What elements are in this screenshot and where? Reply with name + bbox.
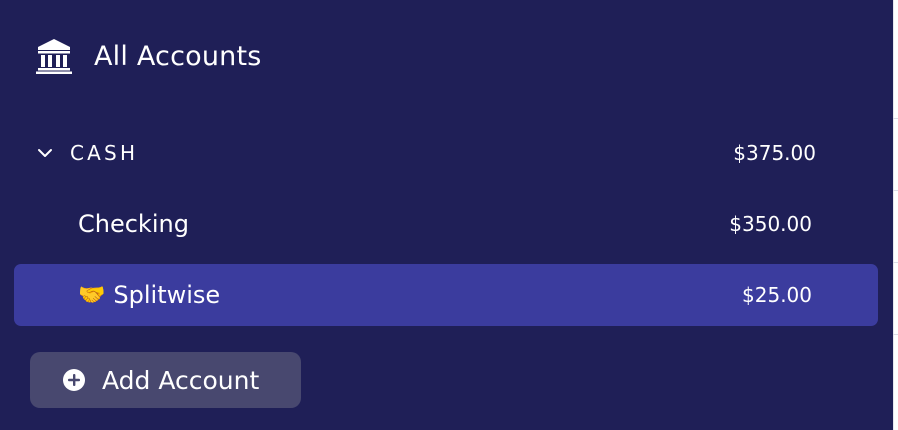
chevron-down-icon[interactable] bbox=[36, 144, 54, 162]
accounts-sidebar: All Accounts CASH $375.00 Checking $350.… bbox=[0, 0, 893, 430]
content-divider bbox=[893, 118, 898, 119]
all-accounts-label: All Accounts bbox=[94, 40, 262, 72]
plus-circle-icon bbox=[62, 368, 86, 392]
account-group-label: CASH bbox=[70, 141, 139, 165]
account-balance: $350.00 bbox=[729, 212, 812, 236]
account-name: Splitwise bbox=[113, 281, 221, 309]
content-edge bbox=[893, 0, 898, 430]
content-divider bbox=[893, 262, 898, 263]
add-account-label: Add Account bbox=[102, 365, 260, 395]
handshake-icon: 🤝 bbox=[78, 282, 106, 308]
content-divider bbox=[893, 334, 898, 335]
add-account-button[interactable]: Add Account bbox=[30, 352, 301, 408]
bank-icon bbox=[34, 36, 74, 76]
content-divider bbox=[893, 190, 898, 191]
account-row-checking[interactable]: Checking $350.00 bbox=[14, 193, 878, 255]
account-name: Checking bbox=[78, 210, 189, 238]
account-balance: $25.00 bbox=[742, 283, 812, 307]
account-group-total: $375.00 bbox=[733, 141, 816, 165]
all-accounts-link[interactable]: All Accounts bbox=[34, 36, 262, 76]
account-row-splitwise[interactable]: 🤝 Splitwise $25.00 bbox=[14, 264, 878, 326]
account-group-cash[interactable]: CASH $375.00 bbox=[36, 138, 816, 168]
